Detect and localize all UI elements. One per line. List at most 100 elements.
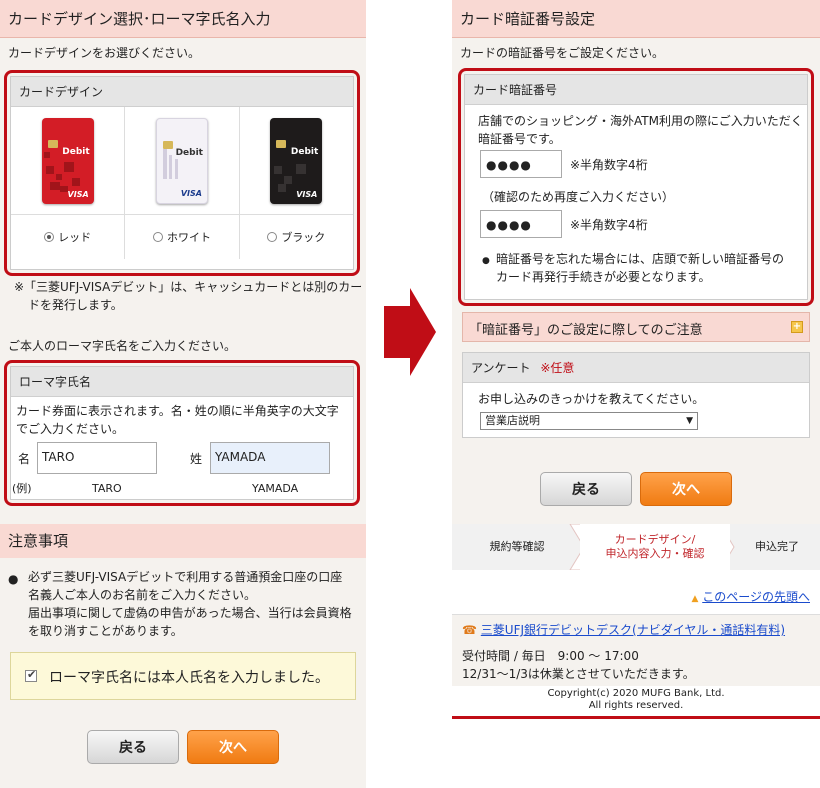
- radio-red[interactable]: レッド: [11, 215, 126, 259]
- card-design-intro: カードデザインをお選びください。: [8, 46, 201, 60]
- next-button[interactable]: 次へ: [640, 472, 732, 506]
- caution-title: 注意事項: [0, 524, 366, 558]
- pin-caution-label: 「暗証番号」のご設定に際してのご注意: [469, 323, 703, 338]
- radio-button[interactable]: [44, 232, 55, 242]
- roman-desc-line: でご入力ください。: [16, 422, 125, 436]
- back-button[interactable]: 戻る: [540, 472, 632, 506]
- roman-desc-line: カード券面に表示されます。名・姓の順に半角英字の大文字: [16, 404, 339, 418]
- confirm-label: ローマ字氏名には本人氏名を入力しました。: [49, 670, 329, 686]
- card-option-red[interactable]: Debit VISA: [11, 107, 126, 214]
- example-label: (例): [12, 482, 32, 495]
- example-last: YAMADA: [252, 482, 299, 495]
- step-input-line: 申込内容入力・確認: [605, 547, 705, 560]
- pin-desc: 店舗でのショッピング・海外ATM利用の際にご入力いただく 暗証番号です。: [478, 112, 803, 148]
- arrow-right-icon: [384, 288, 436, 376]
- red-card-image: Debit VISA: [41, 117, 94, 204]
- chip-icon: [162, 140, 173, 149]
- bullet-icon: ●: [482, 256, 490, 266]
- last-name-input[interactable]: YAMADA: [210, 442, 330, 474]
- caution-line: 名義人ご本人のお名前をご入力ください。: [28, 588, 257, 602]
- white-card-image: Debit VISA: [155, 117, 208, 204]
- card-design-header: カードデザイン: [11, 77, 353, 107]
- step-terms: 規約等確認: [489, 540, 545, 553]
- pin-intro: カードの暗証番号をご設定ください。: [460, 46, 665, 60]
- visa-logo: VISA: [180, 188, 202, 198]
- caution-line: を取り消すことがあります。: [28, 624, 183, 638]
- page-top-link[interactable]: ▲ このページの先頭へ: [691, 588, 810, 605]
- pin-desc-line: 暗証番号です。: [478, 132, 561, 146]
- page-top-label[interactable]: このページの先頭へ: [702, 590, 810, 604]
- card-design-box: カードデザイン Debit VISA Debit VISA Debit VISA…: [10, 76, 354, 270]
- first-name-input[interactable]: TARO: [37, 442, 157, 474]
- hours-text: 受付時間 / 毎日 9:00 ～ 17:00: [462, 649, 639, 663]
- step-complete: 申込完了: [755, 540, 799, 553]
- pin-confirm-input[interactable]: ●●●●: [480, 210, 562, 238]
- roman-intro: ご本人のローマ字氏名をご入力ください。: [8, 339, 237, 353]
- plus-icon[interactable]: +: [791, 321, 803, 333]
- pin-forgot-text: 暗証番号を忘れた場合には、店頭で新しい暗証番号の カード再発行手続きが必要となり…: [496, 250, 784, 286]
- radio-black[interactable]: ブラック: [240, 215, 353, 259]
- dropdown-arrow-icon[interactable]: ▼: [686, 413, 693, 429]
- up-arrow-icon: ▲: [691, 594, 699, 604]
- desk-link-row[interactable]: ☎ 三菱UFJ銀行デビットデスク(ナビダイヤル・通話料有料): [462, 621, 785, 638]
- radio-label: ブラック: [281, 231, 326, 244]
- copyright-line: All rights reserved.: [588, 700, 684, 711]
- card-debit-text: Debit: [62, 146, 90, 157]
- pin-caution-accordion[interactable]: 「暗証番号」のご設定に際してのご注意 +: [462, 312, 810, 342]
- chip-icon: [276, 139, 287, 148]
- next-button[interactable]: 次へ: [187, 730, 279, 764]
- black-card-image: Debit VISA: [270, 117, 323, 204]
- pin-confirm-note: ※半角数字4桁: [570, 218, 648, 232]
- card-radio-row: レッド ホワイト ブラック: [11, 215, 353, 259]
- chip-icon: [47, 139, 58, 148]
- survey-selected-value: 営業店説明: [485, 414, 540, 427]
- contact-box: ☎ 三菱UFJ銀行デビットデスク(ナビダイヤル・通話料有料) 受付時間 / 毎日…: [452, 614, 820, 686]
- pin-header: カード暗証番号: [465, 75, 807, 105]
- optional-badge: ※任意: [540, 361, 575, 375]
- example-first: TARO: [92, 482, 122, 495]
- page-title: カードデザイン選択･ローマ字氏名入力: [0, 0, 366, 38]
- copyright-line: Copyright(c) 2020 MUFG Bank, Ltd.: [547, 688, 725, 699]
- roman-name-header: ローマ字氏名: [11, 367, 353, 397]
- step-input: カードデザイン/ 申込内容入力・確認: [580, 524, 730, 570]
- card-note: ※「三菱UFJ-VISAデビット」は、キャッシュカードとは別のカー ドを発行しま…: [14, 278, 362, 314]
- pin-desc-line: 店舗でのショッピング・海外ATM利用の際にご入力いただく: [478, 114, 803, 128]
- confirm-checkbox[interactable]: [25, 668, 37, 682]
- survey-question: お申し込みのきっかけを教えてください。: [478, 392, 705, 406]
- pin-forgot-line: 暗証番号を忘れた場合には、店頭で新しい暗証番号の: [496, 252, 785, 266]
- desk-link[interactable]: 三菱UFJ銀行デビットデスク(ナビダイヤル・通話料有料): [481, 623, 785, 637]
- card-image-row: Debit VISA Debit VISA Debit VISA: [11, 107, 353, 215]
- card-note-line: ※「三菱UFJ-VISAデビット」は、キャッシュカードとは別のカー: [14, 280, 363, 294]
- bullet-icon: ●: [8, 572, 19, 586]
- confirm-box[interactable]: ローマ字氏名には本人氏名を入力しました。: [10, 652, 356, 700]
- card-option-white[interactable]: Debit VISA: [125, 107, 240, 214]
- radio-button[interactable]: [152, 232, 163, 242]
- copyright: Copyright(c) 2020 MUFG Bank, Ltd. All ri…: [452, 688, 820, 712]
- back-button[interactable]: 戻る: [87, 730, 179, 764]
- caution-line: 届出事項に関して虚偽の申告があった場合、当行は会員資格: [28, 606, 352, 620]
- radio-label: レッド: [58, 231, 92, 244]
- roman-desc: カード券面に表示されます。名・姓の順に半角英字の大文字 でご入力ください。: [16, 402, 339, 438]
- footer-red-line: [452, 716, 820, 719]
- caution-line: 必ず三菱UFJ-VISAデビットで利用する普通預金口座の口座: [28, 570, 343, 584]
- step-input-line: カードデザイン/: [614, 533, 696, 546]
- left-screen: カードデザイン選択･ローマ字氏名入力 カードデザインをお選びください。 カードデ…: [0, 0, 366, 788]
- radio-button[interactable]: [267, 232, 278, 242]
- phone-icon: ☎: [462, 623, 477, 637]
- card-debit-text: Debit: [175, 147, 203, 158]
- card-option-black[interactable]: Debit VISA: [240, 107, 353, 214]
- survey-select[interactable]: 営業店説明 ▼: [480, 412, 698, 430]
- caution-text: 必ず三菱UFJ-VISAデビットで利用する普通預金口座の口座 名義人ご本人のお名…: [28, 568, 352, 640]
- radio-white[interactable]: ホワイト: [125, 215, 240, 259]
- first-name-label: 名: [18, 452, 31, 466]
- last-name-label: 姓: [190, 452, 203, 466]
- page-title: カード暗証番号設定: [452, 0, 820, 38]
- footer: ▲ このページの先頭へ ☎ 三菱UFJ銀行デビットデスク(ナビダイヤル・通話料有…: [452, 570, 820, 728]
- pin-input[interactable]: ●●●●: [480, 150, 562, 178]
- progress-steps: 規約等確認 カードデザイン/ 申込内容入力・確認 申込完了: [452, 524, 820, 570]
- visa-logo: VISA: [67, 189, 89, 199]
- pin-note: ※半角数字4桁: [570, 158, 648, 172]
- visa-logo: VISA: [296, 189, 318, 199]
- survey-header: アンケート ※任意: [463, 353, 809, 383]
- holiday-text: 12/31～1/3は休業とさせていただきます。: [462, 667, 695, 681]
